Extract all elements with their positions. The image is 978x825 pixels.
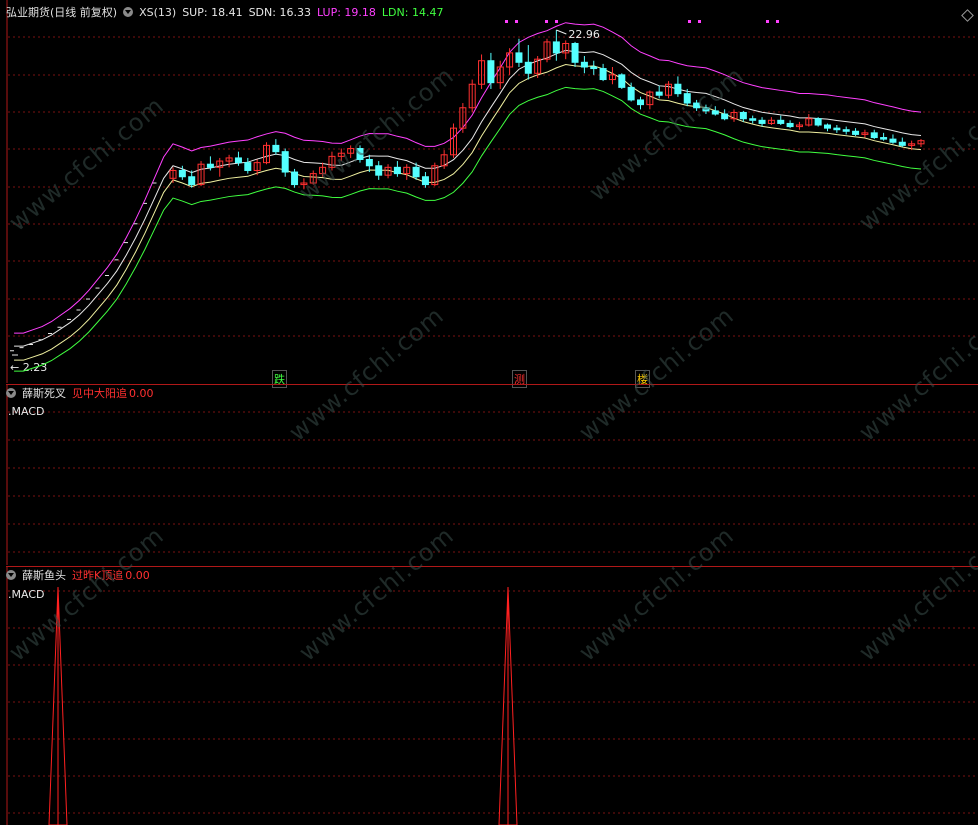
signal-dot xyxy=(766,20,769,23)
main-chart-panel[interactable]: ← 2.23 22.96 弘业期货(日线 前复权) XS(13) SUP: 18.41… xyxy=(0,0,978,388)
candle-body xyxy=(590,66,598,70)
candle-body xyxy=(814,118,822,126)
candle-body xyxy=(580,61,588,68)
candle-body xyxy=(524,61,532,74)
candle-body xyxy=(833,127,841,131)
candle-body xyxy=(842,129,850,132)
candle-body xyxy=(272,144,280,153)
high-marker xyxy=(556,29,567,35)
sdn-value: SDN: 16.33 xyxy=(248,6,311,19)
panel2-header: 薛斯死叉 见中大阳追 0.00 xyxy=(6,387,160,401)
candle-body xyxy=(870,132,878,139)
candle-body xyxy=(749,118,757,121)
indicator-name: XS(13) xyxy=(139,6,177,19)
candle-body xyxy=(852,130,860,135)
candle-body xyxy=(515,52,523,63)
candle-body xyxy=(599,68,607,81)
panel3-canvas[interactable] xyxy=(0,567,978,825)
candle-body xyxy=(739,111,747,120)
dropdown-icon[interactable] xyxy=(6,570,16,580)
indicator-signal: 见中大阳追 xyxy=(72,387,127,400)
candle-body xyxy=(178,169,186,178)
candle-body xyxy=(393,166,401,175)
candle-body xyxy=(880,137,888,140)
indicator-name: 薛斯死叉 xyxy=(22,387,66,400)
dropdown-icon[interactable] xyxy=(6,388,16,398)
indicator-value: 0.00 xyxy=(129,387,154,400)
signal-dot xyxy=(776,20,779,23)
candle-body xyxy=(758,119,766,124)
candle-body xyxy=(898,141,906,146)
candle-body xyxy=(674,83,682,95)
candle-body xyxy=(618,74,626,88)
candle-body xyxy=(206,163,214,168)
candle-body xyxy=(721,113,729,120)
candle-body xyxy=(571,42,579,63)
signal-dot xyxy=(545,20,548,23)
candle-body xyxy=(412,166,420,178)
high-price-label: 22.96 xyxy=(568,28,600,41)
candle-body xyxy=(244,162,252,171)
main-chart-header: 弘业期货(日线 前复权) XS(13) SUP: 18.41 SDN: 16.33 LU… xyxy=(6,6,449,20)
signal-dot xyxy=(698,20,701,23)
chart-title: 弘业期货(日线 前复权) xyxy=(6,6,118,19)
indicator-name: 薛斯鱼头 xyxy=(22,569,66,582)
dropdown-icon[interactable] xyxy=(123,7,134,17)
lup-value: LUP: 19.18 xyxy=(316,6,376,19)
candle-body xyxy=(365,158,373,167)
candle-body xyxy=(552,41,560,54)
candle-body xyxy=(824,124,831,129)
sup-value: SUP: 18.41 xyxy=(182,6,243,19)
indicator-panel-3[interactable]: 薛斯鱼头 过昨K顶追 0.00 .MACD xyxy=(0,567,978,825)
signal-dot xyxy=(555,20,558,23)
macd-label: .MACD xyxy=(8,405,45,418)
candle-body xyxy=(375,165,383,176)
candle-body xyxy=(637,99,644,106)
candle-body xyxy=(281,151,289,173)
candle-body xyxy=(655,91,663,96)
signal-dot xyxy=(505,20,508,23)
low-price-label: ← 2.23 xyxy=(10,361,47,374)
signal-dot xyxy=(688,20,691,23)
candle-body xyxy=(234,157,242,164)
main-chart-canvas[interactable]: ← 2.23 22.96 xyxy=(0,0,978,383)
candle-body xyxy=(421,176,429,186)
candle-body xyxy=(627,86,635,101)
candle-body xyxy=(188,176,196,186)
candle-body xyxy=(889,138,897,143)
candle-body xyxy=(487,60,495,84)
candle-body xyxy=(777,119,785,124)
signal-dot xyxy=(515,20,518,23)
macd-label: .MACD xyxy=(8,588,45,601)
candle-body xyxy=(786,122,794,128)
ldn-value: LDN: 14.47 xyxy=(381,6,444,19)
